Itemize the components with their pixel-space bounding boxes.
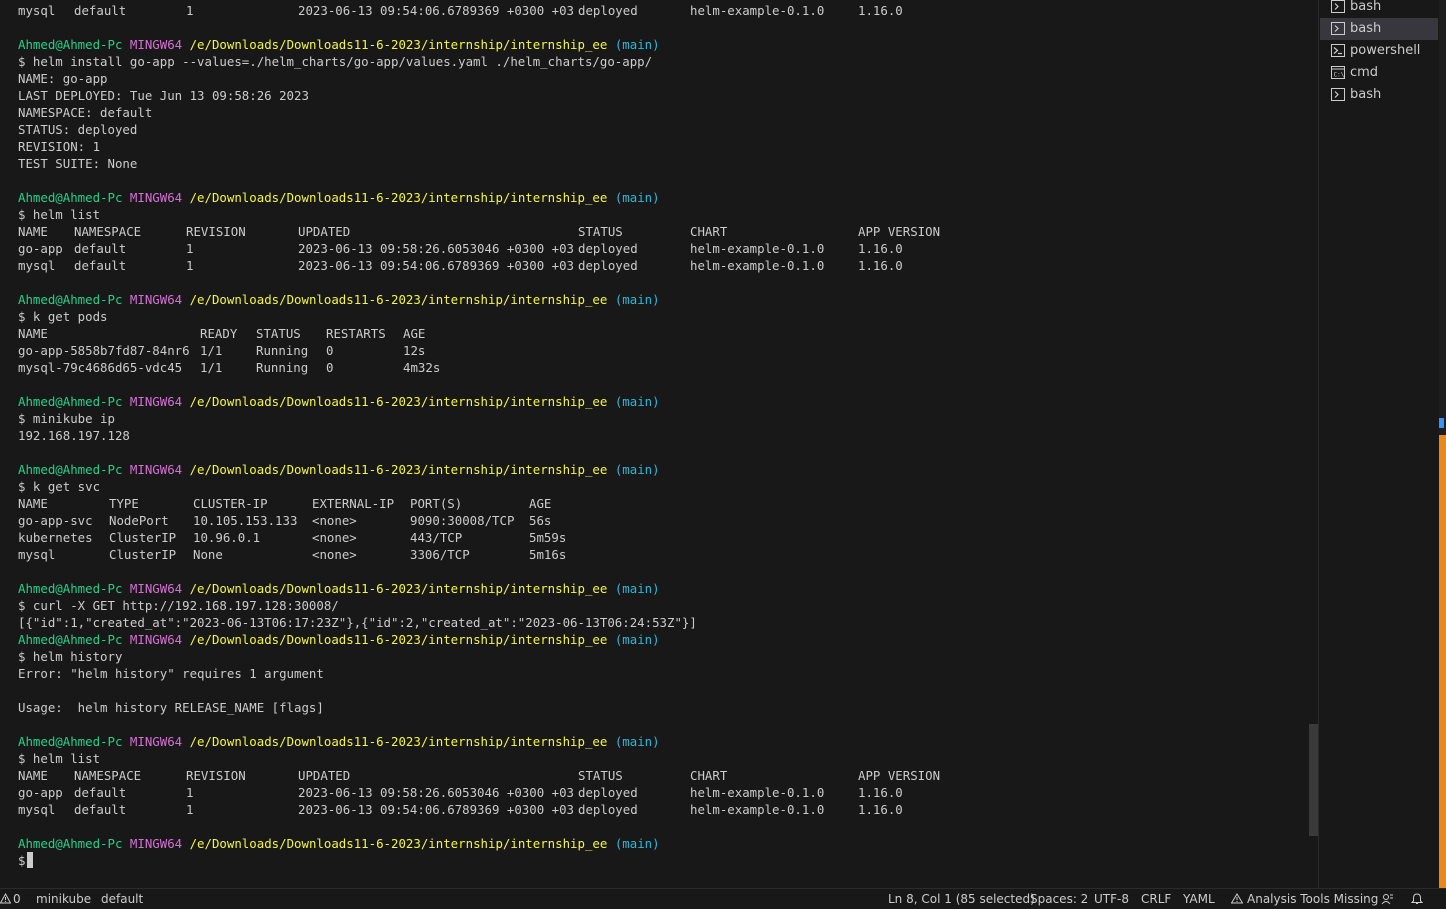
tab-label: bash bbox=[1350, 0, 1382, 14]
feedback-icon[interactable] bbox=[1381, 893, 1394, 905]
terminal-cursor bbox=[27, 852, 34, 868]
terminal-tab-bash[interactable]: bash bbox=[1320, 0, 1438, 18]
output-line: LAST DEPLOYED: Tue Jun 13 09:58:26 2023 bbox=[18, 88, 309, 103]
tab-label: bash bbox=[1350, 21, 1382, 36]
shell-prompt: Ahmed@Ahmed-Pc MINGW64 /e/Downloads/Down… bbox=[18, 581, 660, 596]
status-bar: 0 minikube default Ln 8, Col 1 (85 selec… bbox=[0, 888, 1446, 909]
language-mode[interactable]: YAML bbox=[1183, 892, 1215, 906]
bell-icon[interactable] bbox=[1411, 893, 1423, 905]
terminal-tab-powershell[interactable]: powershell bbox=[1320, 40, 1438, 62]
warning-icon bbox=[0, 893, 11, 904]
svg-text:C:\: C:\ bbox=[1334, 72, 1345, 79]
command-line: $ helm install go-app --values=./helm_ch… bbox=[18, 54, 653, 69]
terminal-tab-cmd[interactable]: C:\ cmd bbox=[1320, 62, 1438, 84]
ruler-scroll-thumb[interactable] bbox=[1439, 435, 1446, 888]
command-line: $ k get pods bbox=[18, 309, 108, 324]
overview-ruler[interactable] bbox=[1439, 0, 1446, 888]
helm-list-header: NAME NAMESPACE REVISION UPDATED STATUS C… bbox=[18, 768, 941, 783]
shell-prompt: Ahmed@Ahmed-Pc MINGW64 /e/Downloads/Down… bbox=[18, 836, 660, 851]
helm-list-header: NAME NAMESPACE REVISION UPDATED STATUS C… bbox=[18, 224, 941, 239]
cursor-position[interactable]: Ln 8, Col 1 (85 selected) bbox=[888, 892, 1035, 906]
shell-prompt: Ahmed@Ahmed-Pc MINGW64 /e/Downloads/Down… bbox=[18, 462, 660, 477]
svc-row: kubernetes ClusterIP 10.96.0.1 <none> 44… bbox=[18, 530, 567, 545]
tab-label: cmd bbox=[1350, 65, 1379, 80]
output-line: [{"id":1,"created_at":"2023-06-13T06:17:… bbox=[18, 615, 697, 630]
command-line: $ minikube ip bbox=[18, 411, 115, 426]
error-line: Error: "helm history" requires 1 argumen… bbox=[18, 666, 324, 681]
output-line: STATUS: deployed bbox=[18, 122, 138, 137]
bash-icon bbox=[1331, 22, 1345, 35]
command-line: $ k get svc bbox=[18, 479, 101, 494]
output-line: 192.168.197.128 bbox=[18, 428, 130, 443]
pods-header: NAME READY STATUS RESTARTS AGE bbox=[18, 326, 426, 341]
kube-context[interactable]: minikube bbox=[36, 892, 91, 906]
pods-row: go-app-5858b7fd87-84nr6 1/1 Running 0 12… bbox=[18, 343, 426, 358]
command-input-line[interactable]: $ bbox=[18, 852, 34, 869]
command-line: $ helm history bbox=[18, 649, 123, 664]
shell-prompt: Ahmed@Ahmed-Pc MINGW64 /e/Downloads/Down… bbox=[18, 632, 660, 647]
output-line: REVISION: 1 bbox=[18, 139, 101, 154]
tab-label: bash bbox=[1350, 87, 1382, 102]
command-line: $ helm list bbox=[18, 207, 101, 222]
svc-row: go-app-svc NodePort 10.105.153.133 <none… bbox=[18, 513, 552, 528]
command-line: $ helm list bbox=[18, 751, 101, 766]
shell-prompt: Ahmed@Ahmed-Pc MINGW64 /e/Downloads/Down… bbox=[18, 37, 660, 52]
encoding[interactable]: UTF-8 bbox=[1094, 892, 1129, 906]
terminal-scrollbar[interactable] bbox=[1309, 724, 1318, 836]
powershell-icon bbox=[1331, 44, 1345, 57]
output-line: TEST SUITE: None bbox=[18, 156, 138, 171]
cmd-icon: C:\ bbox=[1331, 66, 1345, 79]
pods-row: mysql-79c4686d65-vdc45 1/1 Running 0 4m3… bbox=[18, 360, 441, 375]
shell-prompt: Ahmed@Ahmed-Pc MINGW64 /e/Downloads/Down… bbox=[18, 190, 660, 205]
terminal-tab-bash[interactable]: bash bbox=[1320, 84, 1438, 106]
warning-icon bbox=[1231, 893, 1243, 904]
helm-list-row: mysql default 1 2023-06-13 09:54:06.6789… bbox=[18, 802, 903, 817]
command-line: $ curl -X GET http://192.168.197.128:300… bbox=[18, 598, 339, 613]
helm-list-row: go-app default 1 2023-06-13 09:58:26.605… bbox=[18, 785, 903, 800]
shell-prompt: Ahmed@Ahmed-Pc MINGW64 /e/Downloads/Down… bbox=[18, 394, 660, 409]
terminal-output[interactable]: mysql default 1 2023-06-13 09:54:06.6789… bbox=[0, 0, 1308, 888]
helm-list-row: mysql default 1 2023-06-13 09:54:06.6789… bbox=[18, 258, 903, 273]
terminal-tab-bash-active[interactable]: bash bbox=[1320, 18, 1438, 40]
output-line: NAME: go-app bbox=[18, 71, 108, 86]
svc-header: NAME TYPE CLUSTER-IP EXTERNAL-IP PORT(S)… bbox=[18, 496, 552, 511]
tab-label: powershell bbox=[1350, 43, 1421, 58]
helm-list-row: go-app default 1 2023-06-13 09:58:26.605… bbox=[18, 241, 903, 256]
helm-list-row: mysql default 1 2023-06-13 09:54:06.6789… bbox=[18, 3, 903, 18]
svc-row: mysql ClusterIP None <none> 3306/TCP 5m1… bbox=[18, 547, 567, 562]
analysis-tools-status[interactable]: Analysis Tools Missing bbox=[1247, 892, 1378, 906]
shell-prompt: Ahmed@Ahmed-Pc MINGW64 /e/Downloads/Down… bbox=[18, 292, 660, 307]
usage-line: Usage: helm history RELEASE_NAME [flags] bbox=[18, 700, 324, 715]
problems-count[interactable]: 0 bbox=[13, 892, 21, 906]
indentation[interactable]: Spaces: 2 bbox=[1030, 892, 1088, 906]
output-line: NAMESPACE: default bbox=[18, 105, 153, 120]
bash-icon bbox=[1331, 88, 1345, 101]
shell-prompt: Ahmed@Ahmed-Pc MINGW64 /e/Downloads/Down… bbox=[18, 734, 660, 749]
kube-namespace[interactable]: default bbox=[101, 892, 143, 906]
terminal-tabs-panel: bash bash powershell C:\ cmd bash bbox=[1318, 0, 1439, 888]
line-ending[interactable]: CRLF bbox=[1141, 892, 1171, 906]
ruler-marker bbox=[1439, 418, 1444, 428]
bash-icon bbox=[1331, 0, 1345, 13]
